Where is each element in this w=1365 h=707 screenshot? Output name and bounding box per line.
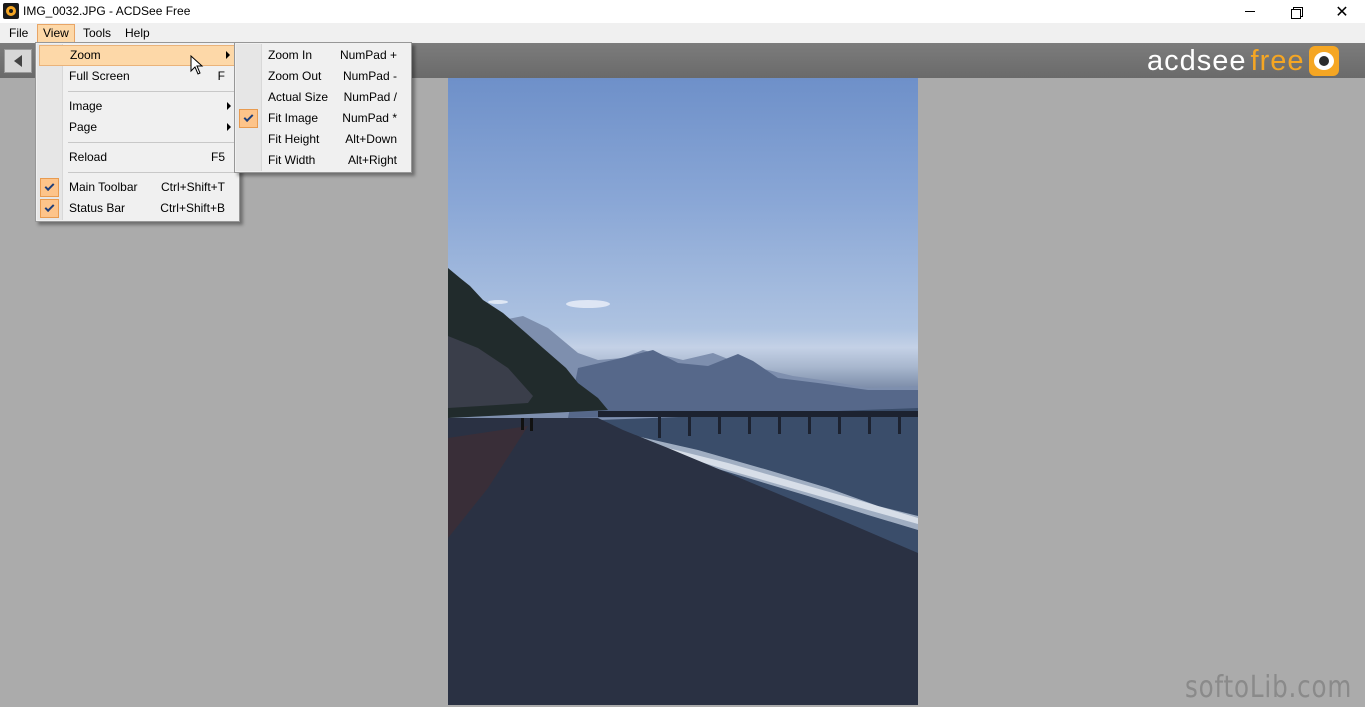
menu-item-fit-height[interactable]: Fit Height Alt+Down bbox=[238, 129, 408, 150]
restore-button[interactable] bbox=[1273, 0, 1319, 23]
menu-item-full-screen[interactable]: Full Screen F bbox=[39, 66, 236, 87]
menu-item-shortcut: F bbox=[217, 69, 225, 83]
menu-item-shortcut: NumPad + bbox=[339, 48, 397, 62]
menu-item-zoom-out[interactable]: Zoom Out NumPad - bbox=[238, 66, 408, 87]
menu-separator bbox=[68, 91, 234, 92]
menu-item-shortcut: Ctrl+Shift+T bbox=[160, 180, 225, 194]
arrow-left-icon bbox=[14, 55, 22, 67]
submenu-arrow-icon bbox=[227, 102, 231, 110]
close-button[interactable]: ✕ bbox=[1319, 0, 1365, 23]
brand-name: acdsee bbox=[1147, 44, 1247, 77]
window-title: IMG_0032.JPG - ACDSee Free bbox=[23, 4, 191, 18]
menu-item-fit-width[interactable]: Fit Width Alt+Right bbox=[238, 150, 408, 171]
minimize-icon bbox=[1245, 11, 1255, 12]
menu-file-label: File bbox=[9, 26, 29, 40]
menu-separator bbox=[68, 172, 234, 173]
menu-item-label: Full Screen bbox=[69, 69, 130, 83]
submenu-arrow-icon bbox=[227, 123, 231, 131]
menu-item-zoom-in[interactable]: Zoom In NumPad + bbox=[238, 45, 408, 66]
menu-item-label: Reload bbox=[69, 150, 108, 164]
menu-item-main-toolbar[interactable]: Main Toolbar Ctrl+Shift+T bbox=[39, 177, 236, 198]
restore-icon bbox=[1291, 6, 1303, 19]
menu-item-label: Zoom bbox=[70, 48, 101, 62]
menu-item-status-bar[interactable]: Status Bar Ctrl+Shift+B bbox=[39, 198, 236, 219]
mouse-cursor-icon bbox=[190, 55, 204, 75]
menu-item-shortcut: Ctrl+Shift+B bbox=[160, 201, 225, 215]
view-menu-dropdown: Zoom Full Screen F Image Page Reload F5 … bbox=[35, 42, 240, 222]
acdsee-free-logo: acdsee free bbox=[1147, 45, 1339, 77]
minimize-button[interactable] bbox=[1227, 0, 1273, 23]
displayed-photo bbox=[448, 78, 918, 705]
menu-help-label: Help bbox=[125, 26, 150, 40]
menu-item-label: Zoom In bbox=[268, 48, 313, 62]
menu-help[interactable]: Help bbox=[120, 24, 155, 43]
menu-item-fit-image[interactable]: Fit Image NumPad * bbox=[238, 108, 408, 129]
menu-file[interactable]: File bbox=[4, 24, 33, 43]
menu-item-shortcut: NumPad / bbox=[343, 90, 397, 104]
menu-separator bbox=[68, 142, 234, 143]
menu-item-label: Fit Image bbox=[268, 111, 319, 125]
menu-item-label: Status Bar bbox=[69, 201, 126, 215]
menu-bar: File View Tools Help bbox=[0, 23, 1365, 43]
menu-item-reload[interactable]: Reload F5 bbox=[39, 147, 236, 168]
menu-tools-label: Tools bbox=[83, 26, 112, 40]
menu-item-label: Main Toolbar bbox=[69, 180, 138, 194]
brand-edition: free bbox=[1250, 44, 1305, 77]
menu-item-shortcut: Alt+Right bbox=[347, 153, 397, 167]
menu-item-label: Actual Size bbox=[268, 90, 329, 104]
checkmark-icon bbox=[40, 178, 59, 197]
title-bar: IMG_0032.JPG - ACDSee Free ✕ bbox=[0, 0, 1365, 23]
menu-item-shortcut: NumPad * bbox=[342, 111, 397, 125]
back-button[interactable] bbox=[4, 49, 32, 73]
menu-item-shortcut: F5 bbox=[210, 150, 225, 164]
checkmark-icon bbox=[239, 109, 258, 128]
menu-item-label: Zoom Out bbox=[268, 69, 322, 83]
acdsee-app-icon[interactable] bbox=[3, 3, 19, 19]
menu-tools[interactable]: Tools bbox=[78, 24, 116, 43]
menu-view[interactable]: View bbox=[37, 24, 75, 43]
menu-item-zoom[interactable]: Zoom bbox=[39, 45, 236, 66]
watermark: softoLib.com bbox=[1185, 670, 1353, 705]
menu-item-shortcut: Alt+Down bbox=[345, 132, 397, 146]
menu-item-page[interactable]: Page bbox=[39, 117, 236, 138]
menu-item-label: Page bbox=[69, 120, 98, 134]
submenu-arrow-icon bbox=[226, 51, 230, 59]
zoom-submenu: Zoom In NumPad + Zoom Out NumPad - Actua… bbox=[234, 42, 412, 173]
menu-item-actual-size[interactable]: Actual Size NumPad / bbox=[238, 87, 408, 108]
menu-item-label: Image bbox=[69, 99, 103, 113]
menu-item-label: Fit Height bbox=[268, 132, 320, 146]
menu-item-image[interactable]: Image bbox=[39, 96, 236, 117]
checkmark-icon bbox=[40, 199, 59, 218]
close-icon: ✕ bbox=[1335, 2, 1349, 21]
menu-item-label: Fit Width bbox=[268, 153, 316, 167]
menu-view-label: View bbox=[43, 26, 69, 40]
menu-item-shortcut: NumPad - bbox=[342, 69, 397, 83]
camera-eye-icon bbox=[1308, 46, 1339, 76]
